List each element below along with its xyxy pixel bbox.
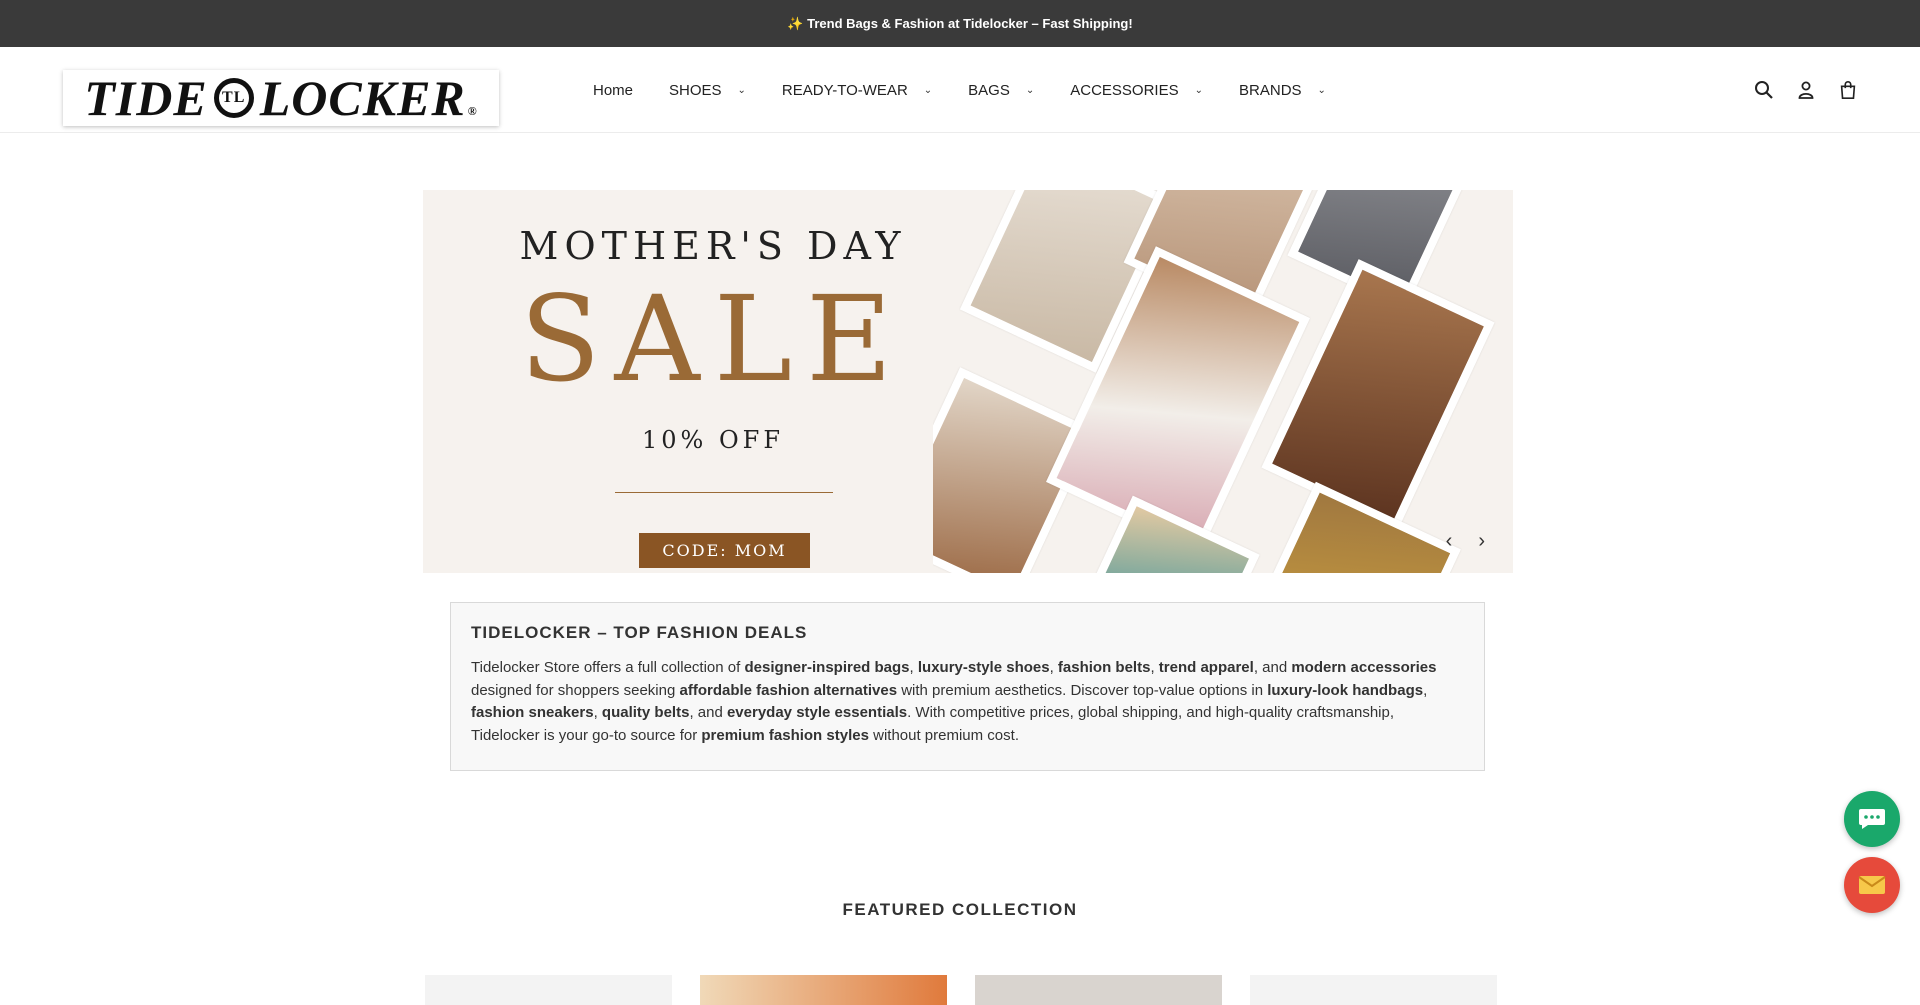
- info-text: , and: [1253, 659, 1292, 676]
- chevron-down-icon: ⌄: [1025, 84, 1035, 96]
- info-text: ,: [593, 704, 602, 721]
- info-text: designed for shoppers seeking: [471, 681, 680, 699]
- chevron-down-icon: ⌄: [1317, 84, 1326, 96]
- logo-registered-mark: ®: [467, 104, 478, 118]
- info-text: without premium cost.: [868, 726, 1019, 744]
- nav-item-shoes[interactable]: SHOES ⌄: [669, 82, 746, 99]
- nav-item-bags[interactable]: BAGS ⌄: [968, 82, 1034, 99]
- nav-item-label: BAGS: [968, 81, 1010, 99]
- hero-code-badge: CODE: MOM: [639, 533, 810, 568]
- chevron-down-icon: ⌄: [923, 84, 933, 96]
- nav-item-brands[interactable]: BRANDS ⌄: [1239, 82, 1326, 99]
- info-keyword: fashion belts: [1057, 659, 1151, 676]
- info-keyword: luxury-style shoes: [917, 659, 1050, 676]
- hero-divider: [615, 492, 833, 493]
- announcement-text: ✨ Trend Bags & Fashion at Tidelocker – F…: [787, 15, 1133, 31]
- nav-item-label: READY-TO-WEAR: [781, 81, 908, 99]
- info-keyword: quality belts: [601, 704, 690, 721]
- info-text: ,: [1049, 659, 1058, 676]
- info-keyword: designer-inspired bags: [744, 659, 910, 676]
- nav-item-home[interactable]: Home: [593, 82, 633, 99]
- info-text: , and: [689, 704, 727, 721]
- info-keyword: modern accessories: [1291, 659, 1437, 676]
- info-text: ,: [909, 659, 918, 676]
- nav-item-label: BRANDS: [1239, 81, 1302, 99]
- product-card[interactable]: [975, 975, 1222, 1005]
- info-keyword: trend apparel: [1158, 659, 1254, 676]
- product-card[interactable]: [1250, 975, 1497, 1005]
- info-heading: TIDELOCKER – TOP FASHION DEALS: [471, 623, 808, 642]
- header-icons: [1754, 47, 1858, 133]
- hero-banner[interactable]: MOTHER'S DAY SALE 10% OFF CODE: MOM ‹ ›: [423, 190, 1513, 573]
- search-icon[interactable]: [1754, 80, 1774, 100]
- hero-subtitle: MOTHER'S DAY: [519, 224, 907, 268]
- info-text: Tidelocker Store offers a full collectio…: [471, 659, 745, 676]
- announcement-bar: ✨ Trend Bags & Fashion at Tidelocker – F…: [0, 0, 1920, 47]
- main-nav: Home SHOES ⌄ READY-TO-WEAR ⌄ BAGS ⌄ ACCESSORIES…: [593, 47, 1362, 133]
- nav-item-ready-to-wear[interactable]: READY-TO-WEAR ⌄: [782, 82, 932, 99]
- chat-button[interactable]: [1844, 791, 1900, 847]
- carousel-prev-button[interactable]: ‹: [1446, 530, 1453, 553]
- account-icon[interactable]: [1796, 80, 1816, 100]
- hero-text-panel: MOTHER'S DAY SALE 10% OFF CODE: MOM: [423, 190, 1003, 573]
- seo-info-box: TIDELOCKER – TOP FASHION DEALS Tidelocke…: [450, 602, 1485, 771]
- mail-icon: [1858, 876, 1886, 894]
- photo-tile: [1261, 259, 1495, 531]
- info-text: with premium aesthetics. Discover top-va…: [897, 681, 1268, 699]
- info-keyword: fashion sneakers: [471, 704, 594, 721]
- chat-icon: [1859, 809, 1885, 829]
- info-keyword: affordable fashion alternatives: [679, 681, 898, 699]
- info-text: ,: [1423, 681, 1428, 699]
- carousel-next-button[interactable]: ›: [1478, 530, 1485, 553]
- nav-item-label: Home: [593, 81, 634, 99]
- logo-text-right: LOCKER: [259, 70, 466, 126]
- info-keyword: everyday style essentials: [726, 704, 908, 721]
- chevron-down-icon: ⌄: [1194, 84, 1204, 96]
- info-keyword: luxury-look handbags: [1267, 681, 1424, 699]
- hero-offer: 10% OFF: [642, 426, 784, 454]
- email-button[interactable]: [1844, 857, 1900, 913]
- featured-collection-title: FEATURED COLLECTION: [842, 900, 1078, 919]
- info-text: ,: [1150, 659, 1159, 676]
- product-card[interactable]: [700, 975, 947, 1005]
- logo-wordmark: TIDE TL LOCKER ®: [84, 69, 478, 127]
- product-grid: [425, 975, 1497, 1005]
- chevron-down-icon: ⌄: [737, 84, 746, 96]
- info-keyword: premium fashion styles: [701, 726, 869, 744]
- site-header: TIDE TL LOCKER ® Home SHOES ⌄ READY-TO-WEAR…: [0, 47, 1920, 133]
- hero-photo-collage: ‹ ›: [933, 190, 1513, 573]
- product-card[interactable]: [425, 975, 672, 1005]
- nav-item-accessories[interactable]: ACCESSORIES ⌄: [1070, 82, 1203, 99]
- info-paragraph: Tidelocker Store offers a full collectio…: [471, 657, 1464, 747]
- carousel-arrows: ‹ ›: [1446, 530, 1485, 553]
- logo-mark-icon: TL: [213, 78, 254, 118]
- nav-item-label: ACCESSORIES: [1070, 81, 1179, 99]
- nav-item-label: SHOES: [669, 81, 722, 99]
- hero-title: SALE: [519, 270, 907, 408]
- logo-text-left: TIDE: [84, 70, 208, 126]
- cart-icon[interactable]: [1838, 80, 1858, 100]
- store-logo[interactable]: TIDE TL LOCKER ®: [63, 70, 499, 126]
